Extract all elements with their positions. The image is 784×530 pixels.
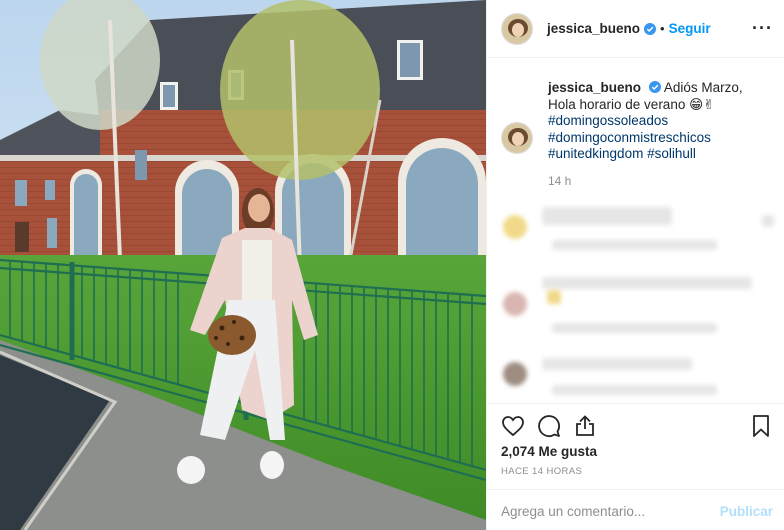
hashtag-link[interactable]: #domingoconmistreschicos [548, 130, 773, 147]
post-timestamp: HACE 14 HORAS [501, 466, 583, 477]
hashtag-link[interactable]: #solihull [647, 146, 696, 161]
post-image [0, 0, 486, 530]
comment-avatar [503, 215, 527, 239]
likes-count[interactable]: 2,074 Me gusta [501, 444, 597, 459]
caption-username[interactable]: jessica_bueno [548, 80, 641, 95]
caption-time: 14 h [548, 174, 572, 188]
bookmark-icon[interactable] [749, 414, 773, 438]
post-photo[interactable] [0, 0, 486, 530]
comment-text-blurred [542, 358, 692, 370]
comment-meta-blurred [552, 385, 717, 395]
post-side-panel: jessica_bueno • Seguir ··· jessica_bueno… [486, 0, 784, 530]
post-actions: 2,074 Me gusta HACE 14 HORAS [487, 403, 784, 489]
caption-text-block: jessica_bueno Adiós Marzo, Hola horario … [548, 80, 773, 163]
post-header: jessica_bueno • Seguir ··· [487, 0, 784, 58]
comment-text-blurred [542, 277, 752, 289]
comment-avatar [503, 362, 527, 386]
follow-button[interactable]: Seguir [669, 21, 711, 36]
comment-avatar [503, 292, 527, 316]
comment-text-blurred [542, 207, 672, 225]
separator-dot: • [660, 21, 665, 36]
comment-input[interactable] [501, 500, 711, 522]
username-link[interactable]: jessica_bueno [547, 21, 640, 36]
verified-badge-icon [648, 81, 661, 93]
add-comment-bar: Publicar [487, 489, 784, 530]
comment-like-blurred [762, 215, 774, 227]
heart-icon[interactable] [501, 414, 525, 438]
hashtag-link[interactable]: #domingossoleados [548, 113, 773, 130]
hashtag-link[interactable]: #unitedkingdom [548, 146, 643, 161]
more-options-icon[interactable]: ··· [752, 19, 773, 37]
comment-meta-blurred [552, 240, 717, 250]
share-icon[interactable] [573, 414, 597, 438]
caption-avatar[interactable] [501, 122, 533, 154]
comment-icon[interactable] [537, 414, 561, 438]
comment-meta-blurred [552, 323, 717, 333]
publish-button[interactable]: Publicar [720, 504, 773, 519]
verified-badge-icon [644, 22, 657, 35]
avatar[interactable] [501, 12, 533, 45]
comment-emoji-blurred [547, 290, 561, 304]
